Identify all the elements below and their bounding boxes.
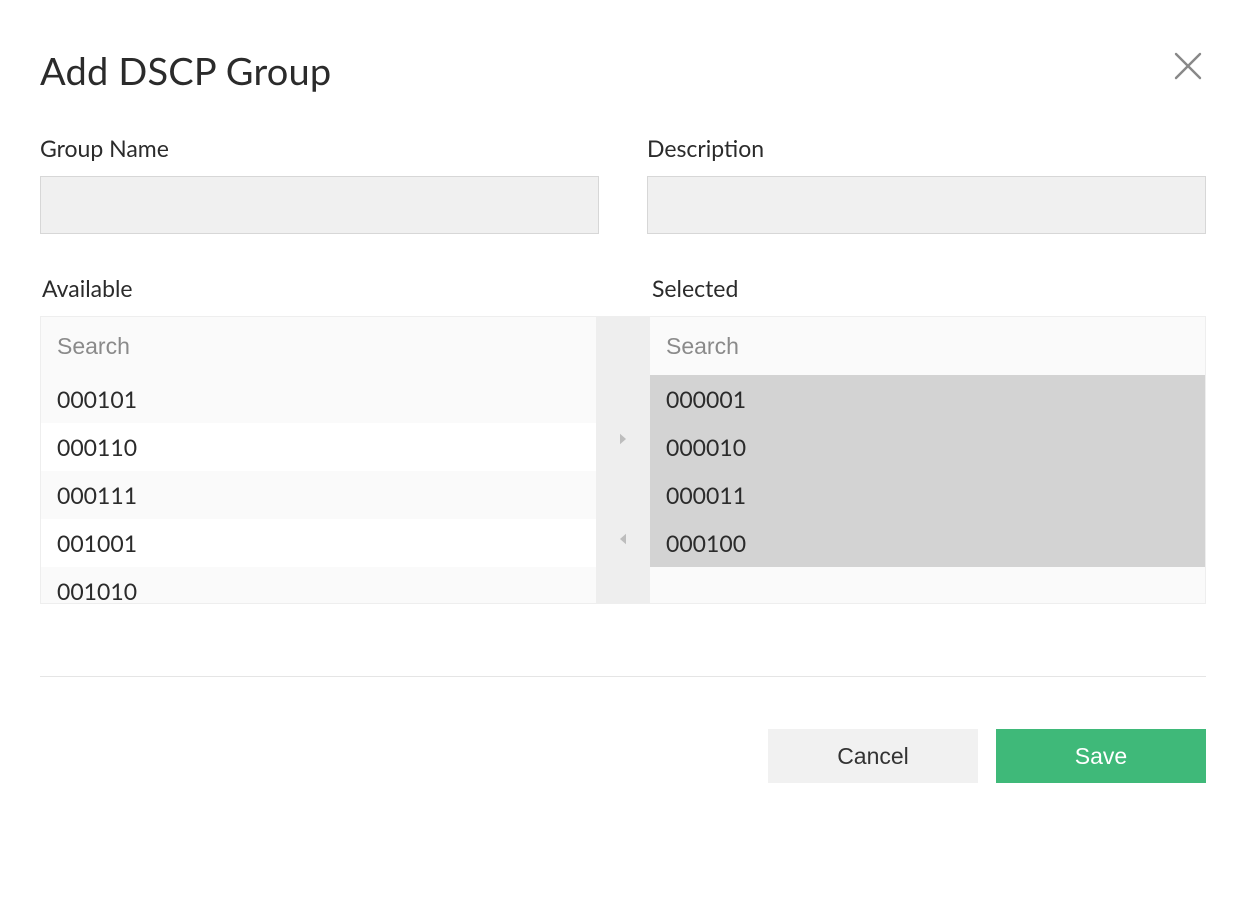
list-item[interactable]: 000111 bbox=[41, 471, 596, 519]
group-name-label: Group Name bbox=[40, 134, 599, 162]
move-right-button[interactable] bbox=[596, 419, 650, 459]
group-name-input[interactable] bbox=[40, 176, 599, 234]
list-item[interactable]: 000001 bbox=[650, 375, 1205, 423]
selected-list: 000001000010000011000100 bbox=[650, 375, 1205, 603]
close-icon bbox=[1170, 48, 1206, 84]
selected-heading: Selected bbox=[596, 274, 1206, 316]
list-item[interactable]: 000100 bbox=[650, 519, 1205, 567]
available-column: 000101000110000111001001001010 bbox=[41, 317, 596, 603]
selected-column: 000001000010000011000100 bbox=[650, 317, 1205, 603]
available-heading: Available bbox=[40, 274, 596, 316]
list-item[interactable]: 000011 bbox=[650, 471, 1205, 519]
chevron-right-icon bbox=[596, 430, 650, 448]
available-search-input[interactable] bbox=[41, 317, 596, 375]
chevron-left-icon bbox=[596, 530, 650, 548]
dual-list-headings: Available Selected bbox=[40, 274, 1206, 316]
list-item[interactable]: 001001 bbox=[41, 519, 596, 567]
group-name-field: Group Name bbox=[40, 134, 599, 234]
modal-title: Add DSCP Group bbox=[40, 48, 1206, 94]
description-label: Description bbox=[647, 134, 1206, 162]
footer-divider bbox=[40, 676, 1206, 677]
list-item[interactable]: 001010 bbox=[41, 567, 596, 603]
add-dscp-group-modal: Add DSCP Group Group Name Description Av… bbox=[0, 0, 1246, 914]
dual-list-box: 000101000110000111001001001010 000001000… bbox=[40, 316, 1206, 604]
field-row: Group Name Description bbox=[40, 134, 1206, 234]
close-button[interactable] bbox=[1170, 48, 1206, 84]
cancel-button[interactable]: Cancel bbox=[768, 729, 978, 783]
list-item[interactable]: 000110 bbox=[41, 423, 596, 471]
list-item[interactable]: 000101 bbox=[41, 375, 596, 423]
list-item[interactable]: 000010 bbox=[650, 423, 1205, 471]
description-input[interactable] bbox=[647, 176, 1206, 234]
available-list: 000101000110000111001001001010 bbox=[41, 375, 596, 603]
footer-actions: Cancel Save bbox=[40, 729, 1206, 783]
selected-search-input[interactable] bbox=[650, 317, 1205, 375]
transfer-controls bbox=[596, 317, 650, 603]
move-left-button[interactable] bbox=[596, 519, 650, 559]
description-field: Description bbox=[647, 134, 1206, 234]
save-button[interactable]: Save bbox=[996, 729, 1206, 783]
